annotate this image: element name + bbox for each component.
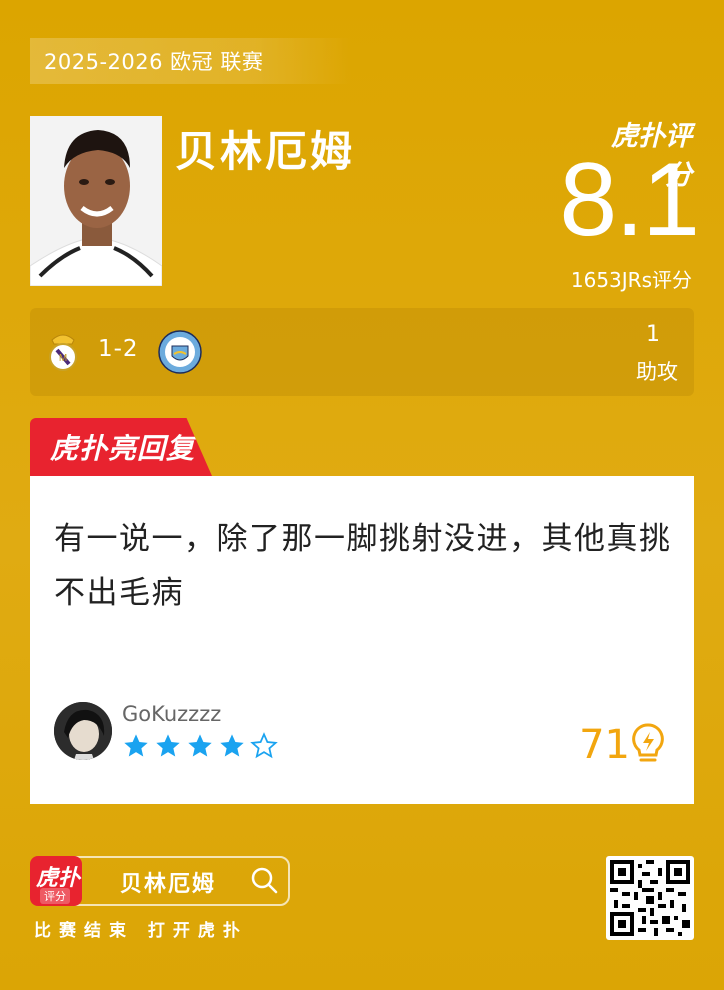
real-madrid-crest-icon: M [49, 334, 77, 371]
star-filled-icon [156, 734, 180, 757]
player-name: 贝林厄姆 [175, 127, 356, 176]
comment-text: 有一说一，除了那一脚挑射没进，其他真挑不出毛病 [54, 521, 672, 611]
svg-text:M: M [59, 353, 67, 364]
player-photo [30, 116, 162, 286]
star-empty-icon [250, 732, 278, 759]
search-icon[interactable] [250, 866, 278, 894]
highlight-reply-tag: 虎扑亮回复 [30, 418, 212, 476]
qr-code[interactable] [606, 856, 694, 940]
assists-label: 助攻 [636, 360, 678, 384]
lightbulb-icon[interactable] [630, 722, 666, 766]
like-count: 71 [579, 722, 630, 768]
qr-code-icon [610, 860, 690, 936]
app-sub: 评分 [40, 888, 70, 904]
search-text: 贝林厄姆 [120, 872, 217, 897]
match-score: 1-2 [98, 336, 139, 362]
footer-caption: 比赛结束 打开虎扑 [34, 921, 248, 941]
star-filled-icon [188, 734, 212, 757]
rating-count: 1653JRs评分 [570, 268, 692, 292]
match-summary: M 1-2 1 助攻 [30, 308, 694, 396]
star-filled-icon [124, 734, 148, 757]
username[interactable]: GoKuzzzz [122, 702, 221, 726]
user-avatar[interactable] [54, 702, 112, 760]
rating-score: 8.1 [559, 142, 700, 258]
hupu-app-icon[interactable]: 虎扑 评分 [30, 856, 82, 906]
avatar-icon [54, 702, 112, 760]
player-portrait-icon [30, 116, 162, 286]
assists-value: 1 [646, 322, 660, 347]
star-rating [122, 732, 278, 760]
star-filled-icon [220, 734, 244, 757]
season-banner: 2025-2026 欧冠 联赛 [30, 38, 352, 84]
manchester-city-crest-icon [158, 330, 202, 374]
comment-card: 有一说一，除了那一脚挑射没进，其他真挑不出毛病 GoKuzzzz 71 [30, 476, 694, 804]
